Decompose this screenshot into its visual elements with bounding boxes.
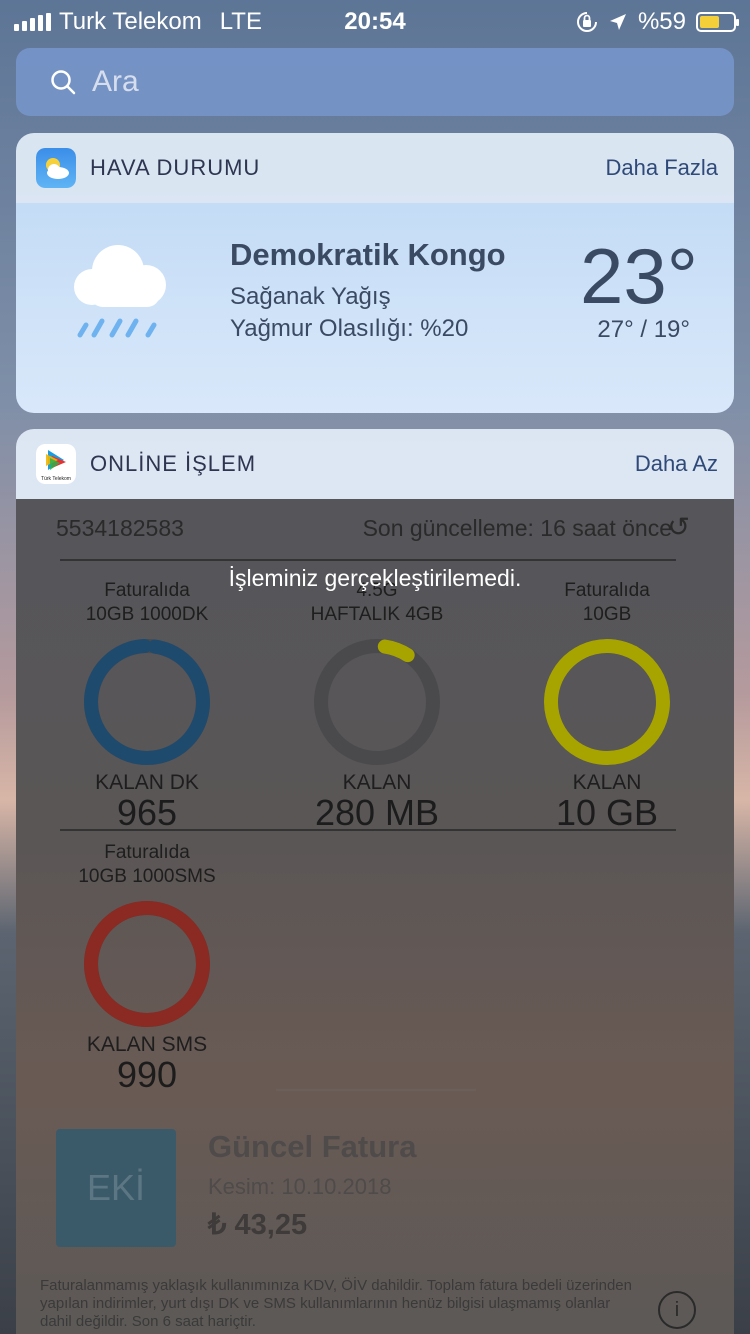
search-bar[interactable]: Ara — [16, 48, 734, 116]
orientation-lock-icon — [576, 12, 597, 32]
bill-amount: ₺ 43,25 — [208, 1209, 308, 1241]
footnote: Faturalanmamış yaklaşık kullanımınıza KD… — [40, 1277, 632, 1330]
online-widget-title: ONLİNE İŞLEM — [90, 451, 257, 476]
usage-ring — [314, 639, 440, 765]
battery-icon — [696, 12, 739, 32]
last-updated: Son güncelleme: 16 saat önce — [362, 515, 672, 541]
usage-ring-arc — [84, 901, 210, 1027]
search-icon — [51, 70, 76, 95]
weather-body[interactable]: Demokratik Kongo Sağanak Yağış Yağmur Ol… — [16, 203, 734, 413]
bill-title[interactable]: Güncel Fatura — [208, 1129, 416, 1165]
usage-package-name: 10GB 1000SMS — [78, 866, 216, 887]
usage-ring-track — [314, 639, 440, 765]
usage-package-name: 10GB 1000DK — [85, 604, 209, 625]
high-low-temperature: 27° / 19° — [597, 316, 690, 343]
bill-date: Kesim: 10.10.2018 — [208, 1174, 392, 1199]
battery-percent: %59 — [637, 8, 686, 35]
usage-ring-arc — [544, 639, 670, 765]
phone-number: 5534182583 — [56, 515, 184, 541]
rain-cloud-icon — [74, 245, 166, 338]
online-widget-body: 5534182583 Son güncelleme: 16 saat önce … — [16, 499, 734, 1334]
weather-widget-header: HAVA DURUMU Daha Fazla — [16, 133, 734, 203]
usage-package-name: HAFTALIK 4GB — [310, 604, 444, 625]
city-name: Demokratik Kongo — [230, 237, 506, 272]
bill-month-badge: EKİ — [56, 1129, 176, 1247]
usage-ring-arc — [84, 639, 210, 765]
usage-ring — [84, 901, 210, 1027]
current-temperature: 23° — [580, 232, 698, 320]
online-islem-widget: Türk Telekom ONLİNE İŞLEM Daha Az 553418… — [16, 429, 734, 1334]
usage-minutes[interactable]: Faturalıda 10GB 1000DK KALAN DK 965 — [32, 579, 262, 831]
divider — [60, 829, 676, 831]
weather-condition: Sağanak Yağış — [230, 283, 391, 310]
usage-ring — [544, 639, 670, 765]
rain-chance: Yağmur Olasılığı: %20 — [230, 315, 469, 342]
usage-data[interactable]: Faturalıda 10GB KALAN 10 GB — [492, 579, 722, 831]
status-bar: Turk Telekom LTE 20:54 %59 — [0, 0, 750, 40]
search-input[interactable]: Ara — [92, 65, 139, 99]
divider — [276, 1089, 476, 1091]
remaining-value: 990 — [116, 1054, 178, 1095]
online-widget-header: Türk Telekom ONLİNE İŞLEM Daha Az — [16, 429, 734, 499]
logo-caption: Türk Telekom — [41, 476, 71, 482]
location-arrow-icon — [609, 14, 626, 30]
refresh-icon[interactable]: ↺ — [667, 512, 690, 543]
remaining-value: 10 GB — [555, 792, 659, 833]
usage-ring — [84, 639, 210, 765]
usage-sms[interactable]: Faturalıda 10GB 1000SMS KALAN SMS 990 — [32, 841, 262, 1093]
weather-app-icon[interactable] — [36, 148, 76, 188]
turk-telekom-logo-icon[interactable]: Türk Telekom — [36, 444, 76, 484]
info-icon[interactable]: i — [658, 1291, 696, 1329]
usage-package-label: Faturalıda — [104, 842, 190, 863]
divider — [60, 559, 676, 561]
remaining-value: 280 MB — [314, 792, 440, 833]
remaining-value: 965 — [116, 792, 178, 833]
usage-package-name: 10GB — [582, 604, 632, 625]
show-less-button[interactable]: Daha Az — [635, 451, 718, 477]
usage-data-weekly[interactable]: 4.5G HAFTALIK 4GB KALAN 280 MB — [262, 579, 492, 831]
error-message: İşleminiz gerçekleştirilemedi. — [228, 565, 522, 591]
weather-widget: HAVA DURUMU Daha Fazla Demokratik Kongo … — [16, 133, 734, 413]
weather-widget-title: HAVA DURUMU — [90, 155, 261, 180]
show-more-button[interactable]: Daha Fazla — [605, 155, 718, 181]
